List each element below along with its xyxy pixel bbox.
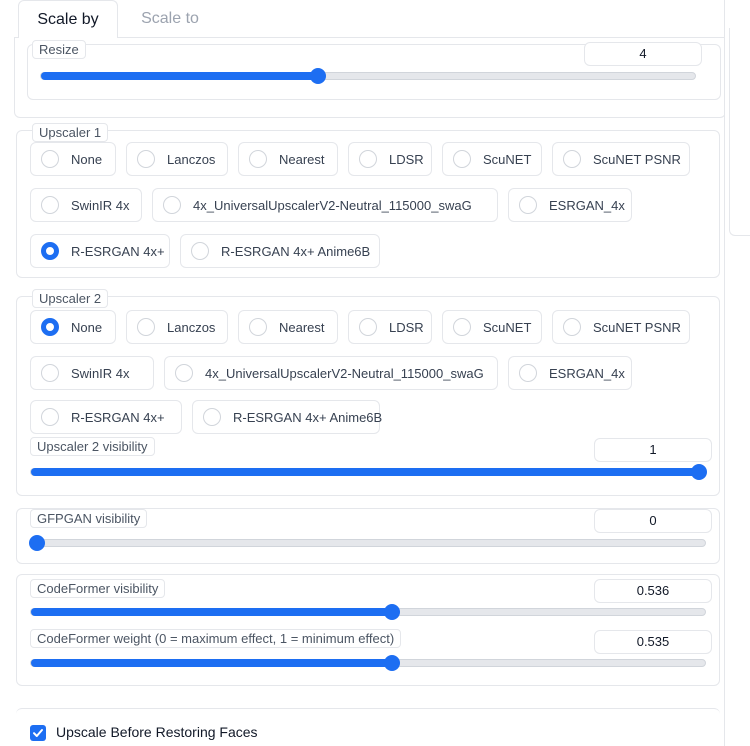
codeformer-visibility-fill [31, 608, 393, 616]
radio-icon [519, 364, 537, 382]
upscaler1-label: Upscaler 1 [32, 123, 109, 142]
upscaler2-option-none[interactable]: None [30, 310, 116, 344]
radio-icon [41, 364, 59, 382]
upscaler2-option-universal[interactable]: 4x_UniversalUpscalerV2-Neutral_115000_sw… [164, 356, 498, 390]
upscaler2-option-scunet[interactable]: ScuNET [442, 310, 542, 344]
upscaler2-option-lanczos[interactable]: Lanczos [126, 310, 228, 344]
upscaler2-option-nearest[interactable]: Nearest [238, 310, 338, 344]
radio-icon [453, 150, 471, 168]
resize-slider-thumb[interactable] [310, 68, 327, 84]
radio-icon [137, 150, 155, 168]
radio-icon [191, 242, 209, 260]
radio-icon [563, 318, 581, 336]
upscaler1-option-lanczos[interactable]: Lanczos [126, 142, 228, 176]
resize-slider-fill [41, 72, 319, 80]
upscaler1-option-r-esrgan[interactable]: R-ESRGAN 4x+ [30, 234, 170, 268]
gfpgan-visibility-thumb[interactable] [29, 535, 45, 551]
upscaler1-option-none[interactable]: None [30, 142, 116, 176]
resize-slider[interactable] [40, 68, 696, 84]
upscaler1-option-universal[interactable]: 4x_UniversalUpscalerV2-Neutral_115000_sw… [152, 188, 498, 222]
upscaler2-label: Upscaler 2 [32, 289, 109, 308]
codeformer-visibility-input[interactable]: 0.536 [594, 579, 712, 603]
radio-icon [41, 408, 59, 426]
upscaler2-option-esrgan[interactable]: ESRGAN_4x [508, 356, 632, 390]
tab-scale-by[interactable]: Scale by [18, 0, 118, 38]
codeformer-weight-input[interactable]: 0.535 [594, 630, 712, 654]
upscaler2-option-scunet-psnr[interactable]: ScuNET PSNR [552, 310, 690, 344]
right-edge-inner [729, 28, 750, 236]
upscaler2-option-r-esrgan[interactable]: R-ESRGAN 4x+ [30, 400, 182, 434]
checkmark-icon [33, 729, 43, 737]
upscaler1-option-esrgan[interactable]: ESRGAN_4x [508, 188, 632, 222]
tab-scale-to[interactable]: Scale to [130, 0, 210, 38]
upscaler1-option-ldsr[interactable]: LDSR [348, 142, 432, 176]
codeformer-weight-fill [31, 659, 392, 667]
codeformer-weight-thumb[interactable] [383, 655, 400, 671]
codeformer-weight-label: CodeFormer weight (0 = maximum effect, 1… [30, 629, 402, 648]
radio-selected-icon [41, 242, 59, 260]
radio-icon [249, 318, 267, 336]
upscaler2-option-ldsr[interactable]: LDSR [348, 310, 432, 344]
upscale-before-restoring-row: Upscale Before Restoring Faces [16, 708, 720, 746]
upscaler1-option-swinir[interactable]: SwinIR 4x [30, 188, 142, 222]
radio-icon [175, 364, 193, 382]
upscaler2-visibility-input[interactable]: 1 [594, 438, 712, 462]
upscaler1-option-scunet[interactable]: ScuNET [442, 142, 542, 176]
radio-icon [137, 318, 155, 336]
upscaler2-option-swinir[interactable]: SwinIR 4x [30, 356, 154, 390]
radio-selected-icon [41, 318, 59, 336]
upscaler2-visibility-label: Upscaler 2 visibility [30, 437, 155, 456]
radio-icon [563, 150, 581, 168]
codeformer-visibility-label: CodeFormer visibility [30, 579, 166, 598]
codeformer-visibility-slider[interactable] [30, 604, 706, 620]
extras-panel: Scale by Scale to Resize 4 Upscaler 1 No… [0, 0, 750, 746]
radio-icon [41, 150, 59, 168]
upscaler2-visibility-slider[interactable] [30, 464, 707, 480]
radio-icon [453, 318, 471, 336]
upscale-before-restoring-checkbox[interactable] [30, 725, 46, 741]
upscale-before-restoring-label: Upscale Before Restoring Faces [56, 724, 258, 740]
upscaler2-visibility-thumb[interactable] [691, 464, 707, 480]
radio-icon [359, 150, 377, 168]
gfpgan-visibility-slider[interactable] [29, 535, 706, 551]
gfpgan-visibility-input[interactable]: 0 [594, 509, 712, 533]
radio-icon [249, 150, 267, 168]
right-edge-panel [724, 0, 750, 746]
upscaler2-visibility-fill [31, 468, 699, 476]
codeformer-weight-slider[interactable] [30, 655, 706, 671]
upscaler1-option-r-esrgan-anime[interactable]: R-ESRGAN 4x+ Anime6B [180, 234, 380, 268]
radio-icon [203, 408, 221, 426]
radio-icon [163, 196, 181, 214]
upscaler1-option-scunet-psnr[interactable]: ScuNET PSNR [552, 142, 690, 176]
resize-input[interactable]: 4 [584, 42, 702, 66]
resize-label: Resize [32, 40, 86, 59]
gfpgan-visibility-label: GFPGAN visibility [30, 509, 148, 528]
upscaler2-option-r-esrgan-anime[interactable]: R-ESRGAN 4x+ Anime6B [192, 400, 382, 434]
radio-icon [41, 196, 59, 214]
radio-icon [359, 318, 377, 336]
upscaler1-option-nearest[interactable]: Nearest [238, 142, 338, 176]
radio-icon [519, 196, 537, 214]
scale-tabs: Scale by Scale to [14, 0, 724, 38]
